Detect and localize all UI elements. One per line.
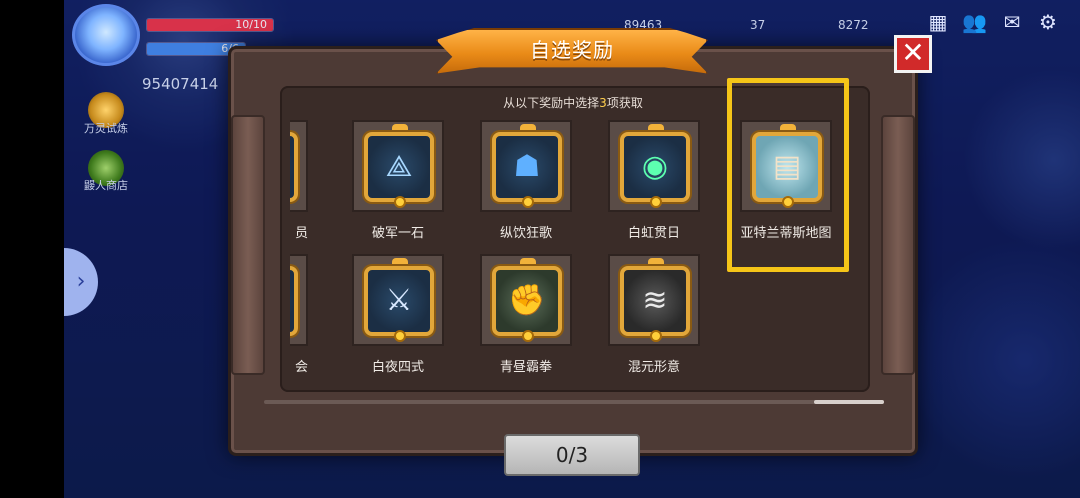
right-pillar: [881, 115, 915, 375]
chevron-right-icon: ›: [76, 269, 86, 294]
reward-item-partial-2[interactable]: ❖ 会: [290, 254, 310, 375]
mail-icon[interactable]: ✉: [1000, 10, 1024, 34]
sword-emblem-icon: ⚔: [385, 283, 413, 318]
reward-item-partial-1[interactable]: ❖ 员: [290, 120, 310, 241]
reward-label: 破军一石: [371, 226, 424, 241]
close-icon: ✕: [901, 36, 925, 69]
left-pillar: [231, 115, 265, 375]
green-orb-icon: ◉: [641, 149, 669, 184]
horizontal-scrollbar[interactable]: [264, 400, 884, 404]
side-menu-trial[interactable]: 万灵试炼: [84, 120, 128, 136]
lion-fist-icon: ✊: [508, 283, 546, 318]
dark-warrior-icon: ☗: [513, 149, 541, 184]
reward-item[interactable]: ≋ 混元形意: [606, 254, 702, 375]
reward-item[interactable]: ✊ 青昼霸拳: [478, 254, 574, 375]
rune-sigil-icon: ⟁: [385, 149, 413, 184]
hp-text: 10/10: [235, 18, 267, 31]
scrollbar-thumb[interactable]: [814, 400, 884, 404]
currency-2: 37: [750, 18, 766, 32]
selection-highlight: [727, 78, 849, 272]
friends-icon[interactable]: 👥: [962, 10, 987, 34]
side-menu-shop[interactable]: 鼹人商店: [84, 177, 128, 193]
stats-icon[interactable]: ▦: [926, 10, 950, 34]
player-id: 95407414: [142, 75, 219, 93]
selection-counter-button[interactable]: 0/3: [504, 434, 640, 476]
close-button[interactable]: ✕: [894, 35, 932, 73]
reward-item[interactable]: ◉ 白虹贯日: [606, 120, 702, 241]
reward-label: 纵饮狂歌: [499, 226, 552, 241]
hp-bar: 10/10: [146, 18, 274, 32]
player-avatar[interactable]: [72, 4, 140, 66]
currency-3: 8272: [838, 18, 869, 32]
reward-item[interactable]: ☗ 纵饮狂歌: [478, 120, 574, 241]
claw-strike-icon: ≋: [642, 283, 668, 318]
reward-label: 白虹贯日: [627, 226, 680, 241]
reward-label: 白夜四式: [371, 360, 424, 375]
dialog-title: 自选奖励: [530, 38, 614, 62]
partial-column: ❖ 员 ❖ 会: [290, 120, 310, 382]
reward-label: 混元形意: [627, 360, 680, 375]
reward-label: 青昼霸拳: [499, 360, 552, 375]
reward-item[interactable]: ⚔ 白夜四式: [350, 254, 446, 375]
reward-item[interactable]: ⟁ 破军一石: [350, 120, 446, 241]
settings-gear-icon[interactable]: ⚙: [1036, 10, 1060, 34]
